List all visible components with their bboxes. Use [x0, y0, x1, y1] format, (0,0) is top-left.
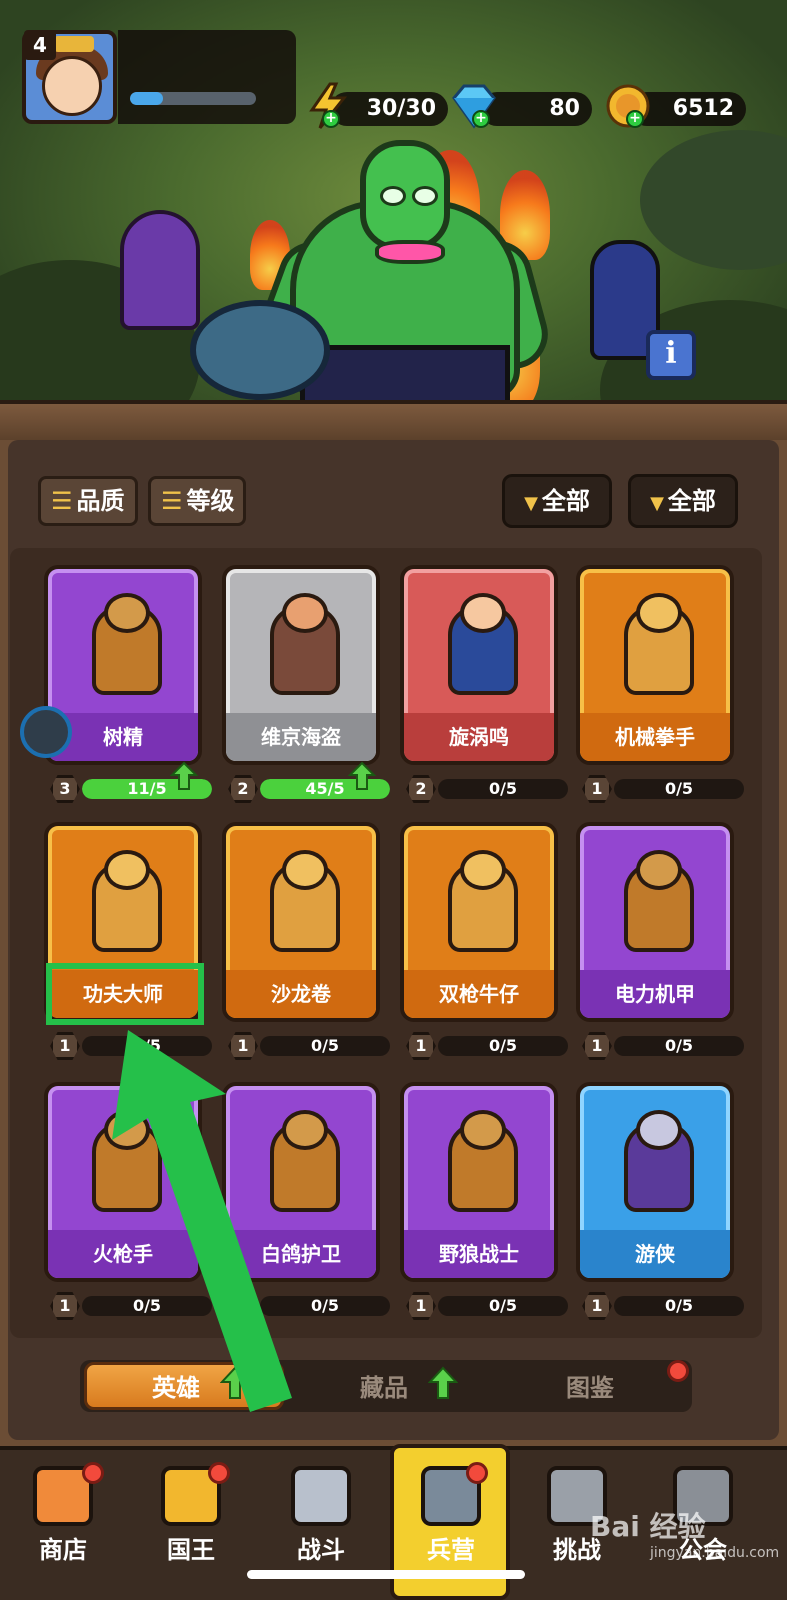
hero-portrait-head — [636, 593, 682, 633]
hero-name: 双枪牛仔 — [404, 970, 554, 1018]
hero-name: 游侠 — [580, 1230, 730, 1278]
sort-by-level-button[interactable]: ☰ 等级 — [148, 476, 246, 526]
progress-text: 0/5 — [310, 1296, 340, 1315]
hero-portrait-head — [282, 593, 328, 633]
progress-text: 0/5 — [132, 1296, 162, 1315]
hero-portrait-head — [104, 593, 150, 633]
watermark-brand: Bai 经验 — [590, 1510, 706, 1543]
nav-label: 兵营 — [427, 1536, 475, 1564]
hero-shard-progress: 0/5 — [438, 1296, 568, 1316]
tab-collectibles[interactable]: 藏品 — [360, 1368, 408, 1403]
hero-name: 机械拳手 — [580, 713, 730, 761]
hero-card[interactable]: 电力机甲 — [576, 822, 734, 1022]
nav-label: 国王 — [167, 1536, 215, 1564]
hero-portrait-head — [636, 850, 682, 890]
upgrade-arrow-icon — [220, 1366, 250, 1399]
highlight-box — [46, 963, 204, 1025]
hero-shard-progress: 0/5 — [260, 1296, 390, 1316]
upgrade-arrow-icon[interactable] — [348, 761, 376, 791]
notification-dot — [667, 1360, 689, 1382]
sort-icon: ☰ — [51, 487, 73, 515]
hero-name: 旋涡鸣 — [404, 713, 554, 761]
tab-heroes-label: 英雄 — [152, 1374, 200, 1402]
hero-portrait-head — [460, 850, 506, 890]
hero-portrait-head — [282, 1110, 328, 1150]
nav-label: 战斗 — [297, 1536, 345, 1564]
notification-dot — [82, 1462, 104, 1484]
progress-text: 0/5 — [664, 1036, 694, 1055]
upgrade-arrow-icon[interactable] — [170, 761, 198, 791]
info-button[interactable]: i — [646, 330, 696, 380]
hero-name: 电力机甲 — [580, 970, 730, 1018]
hero-card[interactable]: 野狼战士 — [400, 1082, 558, 1282]
hero-shard-progress: 0/5 — [614, 1296, 744, 1316]
progress-text: 0/5 — [488, 1036, 518, 1055]
hero-card[interactable]: 火枪手 — [44, 1082, 202, 1282]
notification-dot — [208, 1462, 230, 1484]
blue-blob-character — [190, 300, 330, 400]
filter-dropdown-2[interactable]: ▼ 全部 — [628, 474, 738, 528]
hero-card[interactable]: 游侠 — [576, 1082, 734, 1282]
helper-avatar[interactable] — [20, 706, 72, 758]
nav-battle-icon — [291, 1466, 351, 1526]
add-energy-icon[interactable]: + — [322, 110, 340, 128]
add-gems-icon[interactable]: + — [472, 110, 490, 128]
add-coins-icon[interactable]: + — [626, 110, 644, 128]
archer-character — [120, 210, 200, 330]
hero-shard-progress: 0/5 — [82, 1296, 212, 1316]
watermark-url: jingyan.baidu.com — [650, 1545, 780, 1561]
hero-shard-progress: 0/5 — [438, 779, 568, 799]
nav-king[interactable]: 国王 — [136, 1460, 246, 1590]
hero-portrait-head — [282, 850, 328, 890]
chevron-down-icon: ▼ — [524, 493, 538, 514]
progress-text: 0/5 — [310, 1036, 340, 1055]
sort-by-quality-button[interactable]: ☰ 品质 — [38, 476, 138, 526]
hero-card[interactable]: 机械拳手 — [576, 565, 734, 765]
hero-card[interactable]: 维京海盗 — [222, 565, 380, 765]
tab-codex[interactable]: 图鉴 — [566, 1368, 614, 1403]
hero-name: 沙龙卷 — [226, 970, 376, 1018]
hero-name: 野狼战士 — [404, 1230, 554, 1278]
player-xp-bar — [130, 92, 256, 105]
hero-shard-progress: 0/5 — [438, 1036, 568, 1056]
hero-card[interactable]: 旋涡鸣 — [400, 565, 558, 765]
nav-label: 商店 — [39, 1536, 87, 1564]
hero-portrait-head — [104, 850, 150, 890]
game-screen: 4 30/30 + 80 + 6512 + i ☰ 品质 ☰ 等级 ▼ 全部 ▼ 全部 … — [0, 0, 787, 1600]
player-name-panel[interactable] — [118, 30, 296, 124]
hero-shard-progress: 0/5 — [260, 1036, 390, 1056]
panel-roof — [0, 400, 787, 440]
progress-text: 0/5 — [132, 1036, 162, 1055]
hero-portrait-head — [636, 1110, 682, 1150]
progress-text: 0/5 — [664, 779, 694, 798]
hero-name: 火枪手 — [48, 1230, 198, 1278]
hero-portrait-head — [104, 1110, 150, 1150]
hero-card[interactable]: 沙龙卷 — [222, 822, 380, 1022]
filter-dropdown-1[interactable]: ▼ 全部 — [502, 474, 612, 528]
hero-card[interactable]: 白鸽护卫 — [222, 1082, 380, 1282]
progress-text: 0/5 — [488, 1296, 518, 1315]
chevron-down-icon: ▼ — [650, 493, 664, 514]
hero-portrait-head — [460, 1110, 506, 1150]
sort-icon: ☰ — [161, 487, 183, 515]
hero-shard-progress: 0/5 — [614, 779, 744, 799]
player-level-badge: 4 — [24, 30, 56, 60]
hero-shard-progress: 0/5 — [82, 1036, 212, 1056]
progress-text: 0/5 — [488, 779, 518, 798]
hero-portrait-head — [460, 593, 506, 633]
notification-dot — [466, 1462, 488, 1484]
hero-name: 维京海盗 — [226, 713, 376, 761]
hero-card[interactable]: 双枪牛仔 — [400, 822, 558, 1022]
upgrade-arrow-icon — [428, 1366, 458, 1399]
hero-name: 白鸽护卫 — [226, 1230, 376, 1278]
hero-shard-progress: 0/5 — [614, 1036, 744, 1056]
progress-text: 0/5 — [664, 1296, 694, 1315]
home-indicator[interactable] — [247, 1570, 525, 1579]
